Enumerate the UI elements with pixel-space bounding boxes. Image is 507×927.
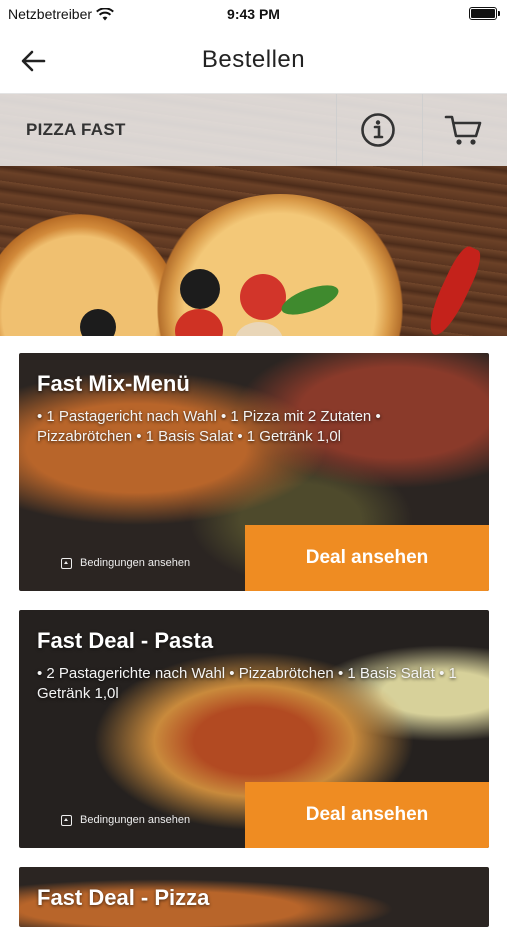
terms-label: Bedingungen ansehen (80, 814, 191, 826)
cart-icon[interactable] (444, 112, 484, 148)
navigation-bar: Bestellen (0, 28, 507, 94)
restaurant-name: PIZZA FAST (26, 120, 126, 139)
view-deal-button[interactable]: Deal ansehen (245, 782, 489, 848)
terms-link[interactable]: Bedingungen ansehen (61, 814, 190, 826)
deal-title: Fast Deal - Pasta (37, 628, 214, 653)
deal-description: • 2 Pastagerichte nach Wahl • Pizzabrötc… (37, 665, 457, 702)
terms-link[interactable]: Bedingungen ansehen (61, 557, 190, 569)
deal-description: • 1 Pastagericht nach Wahl • 1 Pizza mit… (37, 408, 381, 445)
restaurant-header-bar: PIZZA FAST (0, 94, 507, 166)
deal-card[interactable]: Fast Deal - Pasta • 2 Pastagerichte nach… (19, 610, 489, 848)
deal-card[interactable]: Fast Mix-Menü • 1 Pastagericht nach Wahl… (19, 353, 489, 591)
page-title: Bestellen (201, 46, 306, 73)
tomato-topping (240, 274, 286, 320)
deal-card[interactable]: Fast Deal - Pizza (19, 867, 489, 927)
battery-icon (469, 7, 500, 20)
status-bar: Netzbetreiber 9:43 PM (0, 0, 507, 28)
olive-topping (180, 269, 220, 309)
restaurant-hero: PIZZA FAST (0, 94, 507, 336)
view-deal-button[interactable]: Deal ansehen (245, 525, 489, 591)
info-icon[interactable] (360, 112, 396, 148)
divider (422, 94, 423, 166)
expand-up-icon (61, 814, 72, 826)
terms-label: Bedingungen ansehen (80, 557, 191, 569)
clock: 9:43 PM (227, 6, 280, 22)
deal-title: Fast Mix-Menü (37, 371, 190, 396)
expand-up-icon (61, 557, 72, 569)
deal-title: Fast Deal - Pizza (37, 885, 210, 910)
chili-pepper (422, 242, 486, 336)
divider (336, 94, 337, 166)
